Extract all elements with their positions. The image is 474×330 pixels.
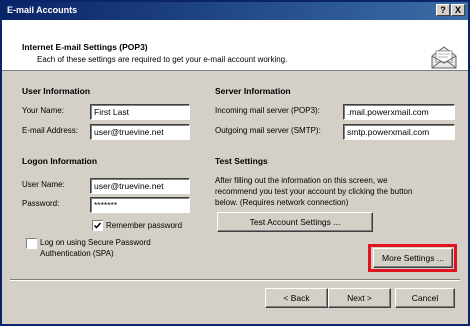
email-address-input[interactable]: user@truevine.net [90, 124, 190, 140]
cancel-button[interactable]: Cancel [395, 288, 455, 308]
spa-label-line1: Log on using Secure Password [40, 238, 151, 247]
password-label: Password: [22, 199, 60, 208]
spa-label-line2: Authentication (SPA) [40, 249, 114, 258]
outgoing-server-input[interactable]: smtp.powerxmail.com [343, 124, 455, 140]
test-settings-heading: Test Settings [215, 156, 268, 166]
envelope-icon [431, 46, 457, 69]
checkmark-icon [93, 222, 102, 229]
dialog-header: Internet E-mail Settings (POP3) Each of … [2, 20, 468, 71]
title-bar[interactable]: E-mail Accounts ? X [2, 2, 468, 20]
next-button[interactable]: Next > [328, 288, 391, 308]
remember-password-label: Remember password [106, 221, 183, 230]
outgoing-server-label: Outgoing mail server (SMTP): [215, 126, 321, 135]
close-button[interactable]: X [451, 4, 465, 16]
logon-info-heading: Logon Information [22, 156, 98, 166]
password-input[interactable]: ******* [90, 197, 190, 213]
user-info-heading: User Information [22, 86, 91, 96]
incoming-server-label: Incoming mail server (POP3): [215, 106, 320, 115]
test-settings-text-1: After filling out the information on thi… [215, 176, 388, 185]
header-title: Internet E-mail Settings (POP3) [22, 42, 148, 52]
email-accounts-dialog: E-mail Accounts ? X Internet E-mail Sett… [0, 0, 470, 326]
user-name-input[interactable]: user@truevine.net [90, 178, 190, 194]
help-button[interactable]: ? [436, 4, 450, 16]
spa-checkbox[interactable] [26, 238, 37, 249]
window-title: E-mail Accounts [7, 5, 78, 15]
test-settings-text-2: recommend you test your account by click… [215, 187, 413, 196]
your-name-label: Your Name: [22, 106, 64, 115]
your-name-input[interactable]: First Last [90, 104, 190, 120]
remember-password-checkbox[interactable] [92, 220, 103, 231]
email-address-label: E-mail Address: [22, 126, 79, 135]
server-info-heading: Server Information [215, 86, 291, 96]
user-name-label: User Name: [22, 180, 65, 189]
incoming-server-input[interactable]: .mail.powerxmail.com [343, 104, 455, 120]
header-subtitle: Each of these settings are required to g… [37, 55, 288, 64]
footer-separator [10, 279, 460, 281]
test-account-settings-button[interactable]: Test Account Settings ... [217, 212, 373, 232]
test-settings-text-3: below. (Requires network connection) [215, 198, 349, 207]
back-button[interactable]: < Back [265, 288, 328, 308]
highlight-box [368, 244, 457, 272]
